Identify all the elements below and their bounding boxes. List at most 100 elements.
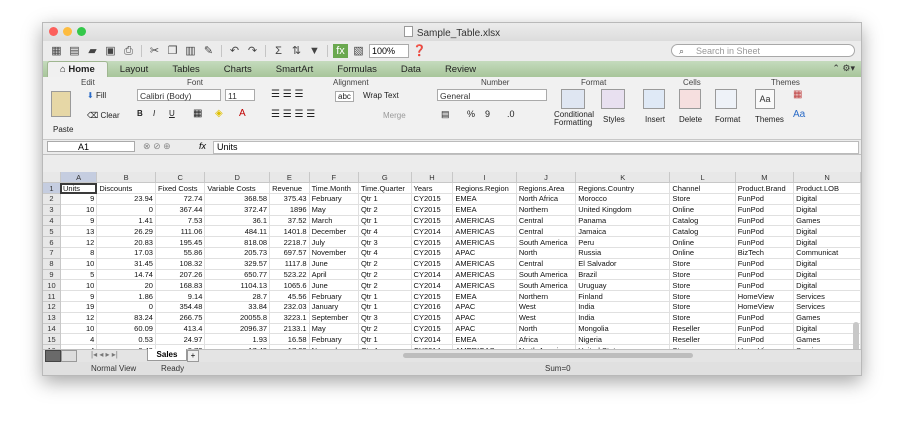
delete-button[interactable]: Delete [679, 115, 702, 124]
cell[interactable]: Digital [793, 279, 861, 292]
cell[interactable]: 0 [96, 301, 156, 313]
cell[interactable]: 2096.37 [204, 323, 271, 335]
cell[interactable]: 818.08 [204, 236, 271, 249]
cell[interactable]: 650.77 [204, 269, 271, 281]
formula-input[interactable]: Units [213, 141, 859, 154]
cell[interactable]: Store [669, 193, 736, 205]
enter-icon[interactable]: ⊘ [153, 141, 161, 151]
cell[interactable]: North [516, 247, 577, 259]
cell[interactable]: Qtr 2 [358, 323, 412, 335]
horizontal-scrollbar[interactable] [403, 353, 693, 358]
cell[interactable]: 0 [96, 204, 156, 216]
cell[interactable]: Store [669, 312, 736, 324]
gallery-icon[interactable]: ▦ [49, 44, 64, 58]
cell[interactable]: 24.97 [155, 333, 206, 346]
cell[interactable]: 1896 [269, 204, 310, 216]
column-header[interactable]: L [669, 172, 736, 184]
cell[interactable]: Qtr 3 [358, 312, 412, 324]
cancel-icon[interactable]: ⊗ [143, 141, 151, 151]
cell[interactable]: Online [669, 204, 736, 216]
merge-button[interactable]: Merge [383, 111, 406, 120]
cell[interactable]: 523.22 [269, 269, 310, 281]
fx-label[interactable]: fx [199, 141, 206, 151]
cell[interactable]: Qtr 1 [358, 301, 412, 313]
insert-button[interactable]: Insert [645, 115, 665, 124]
cell[interactable]: Online [669, 247, 736, 259]
cell[interactable]: CY2014 [411, 333, 454, 346]
row-header[interactable]: 4 [43, 215, 61, 227]
align-left-icon[interactable]: ☰ ☰ ☰ ☰ [271, 109, 315, 120]
cell[interactable]: December [309, 225, 359, 238]
cell[interactable]: EMEA [452, 204, 517, 216]
cell[interactable]: Product.Brand [735, 182, 795, 195]
cell[interactable]: North [516, 323, 577, 335]
cell[interactable]: APAC [452, 312, 517, 324]
cell[interactable]: 266.75 [155, 312, 206, 324]
fill-color-icon[interactable]: ◈ [215, 108, 223, 119]
cell[interactable]: CY2014 [411, 225, 454, 238]
cell[interactable]: CY2015 [411, 312, 454, 324]
cell[interactable]: 0.53 [96, 333, 156, 346]
comma-button[interactable]: 9 [485, 109, 490, 119]
cell[interactable]: CY2015 [411, 215, 454, 227]
cell[interactable]: November [309, 247, 359, 259]
column-header[interactable]: I [452, 172, 517, 184]
cell[interactable]: Store [669, 301, 736, 313]
cell[interactable]: APAC [452, 247, 517, 259]
cell[interactable]: Games [793, 312, 861, 324]
cell[interactable]: June [309, 258, 359, 270]
cell[interactable]: February [309, 333, 359, 346]
cell[interactable]: South America [516, 236, 577, 249]
styles-button[interactable]: Styles [603, 115, 625, 124]
cell[interactable]: 9 [60, 215, 98, 227]
cell[interactable]: June [309, 279, 359, 292]
cell[interactable]: Units [60, 182, 98, 195]
cell[interactable]: Variable Costs [204, 182, 271, 195]
cell[interactable]: Store [669, 290, 736, 303]
cell[interactable]: FunPod [735, 225, 795, 238]
cell[interactable]: 329.57 [204, 258, 271, 270]
themes-icon[interactable]: Aa [755, 89, 775, 109]
cell[interactable]: Morocco [575, 193, 671, 205]
theme-fonts-icon[interactable]: Aa [793, 109, 805, 120]
cell[interactable]: 26.29 [96, 225, 156, 238]
cell[interactable]: September [309, 312, 359, 324]
ribbon-options[interactable]: ⌃ ⚙▾ [832, 63, 855, 74]
column-header[interactable]: H [411, 172, 454, 184]
cell[interactable]: AMERICAS [452, 279, 517, 292]
row-header[interactable]: 5 [43, 225, 61, 238]
insert-cells-icon[interactable] [643, 89, 665, 109]
cell[interactable]: Qtr 2 [358, 279, 412, 292]
cell[interactable]: 10 [60, 204, 98, 216]
formula-builder-icon[interactable]: fx [333, 44, 348, 58]
cell[interactable]: 1.86 [96, 290, 156, 303]
cell[interactable]: APAC [452, 323, 517, 335]
cell[interactable]: April [309, 269, 359, 281]
cell[interactable]: Digital [793, 204, 861, 216]
cell[interactable]: January [309, 301, 359, 313]
toolbox-icon[interactable]: ▧ [351, 44, 366, 58]
cell[interactable]: February [309, 193, 359, 205]
row-header[interactable]: 11 [43, 290, 61, 303]
cell[interactable]: APAC [452, 301, 517, 313]
cell[interactable]: HomeView [735, 290, 795, 303]
cell[interactable]: El Salvador [575, 258, 671, 270]
column-header[interactable]: F [309, 172, 359, 184]
cell[interactable]: 195.45 [155, 236, 206, 249]
bold-button[interactable]: B [137, 109, 143, 118]
cell[interactable]: 372.47 [204, 204, 271, 216]
cell[interactable]: Communicat [793, 247, 861, 259]
cell[interactable]: AMERICAS [452, 225, 517, 238]
row-header[interactable]: 7 [43, 247, 61, 259]
cell[interactable]: 1104.13 [204, 279, 271, 292]
cell[interactable]: 1.41 [96, 215, 156, 227]
theme-colors-icon[interactable]: ▦ [793, 89, 802, 100]
cell[interactable]: July [309, 236, 359, 249]
cell[interactable]: Time.Month [309, 182, 359, 195]
cell[interactable]: 2218.7 [269, 236, 310, 249]
cell[interactable]: 9 [60, 193, 98, 205]
cell[interactable]: Fixed Costs [155, 182, 206, 195]
cell[interactable]: FunPod [735, 312, 795, 324]
cell[interactable]: Store [669, 258, 736, 270]
cell[interactable]: 413.4 [155, 323, 206, 335]
